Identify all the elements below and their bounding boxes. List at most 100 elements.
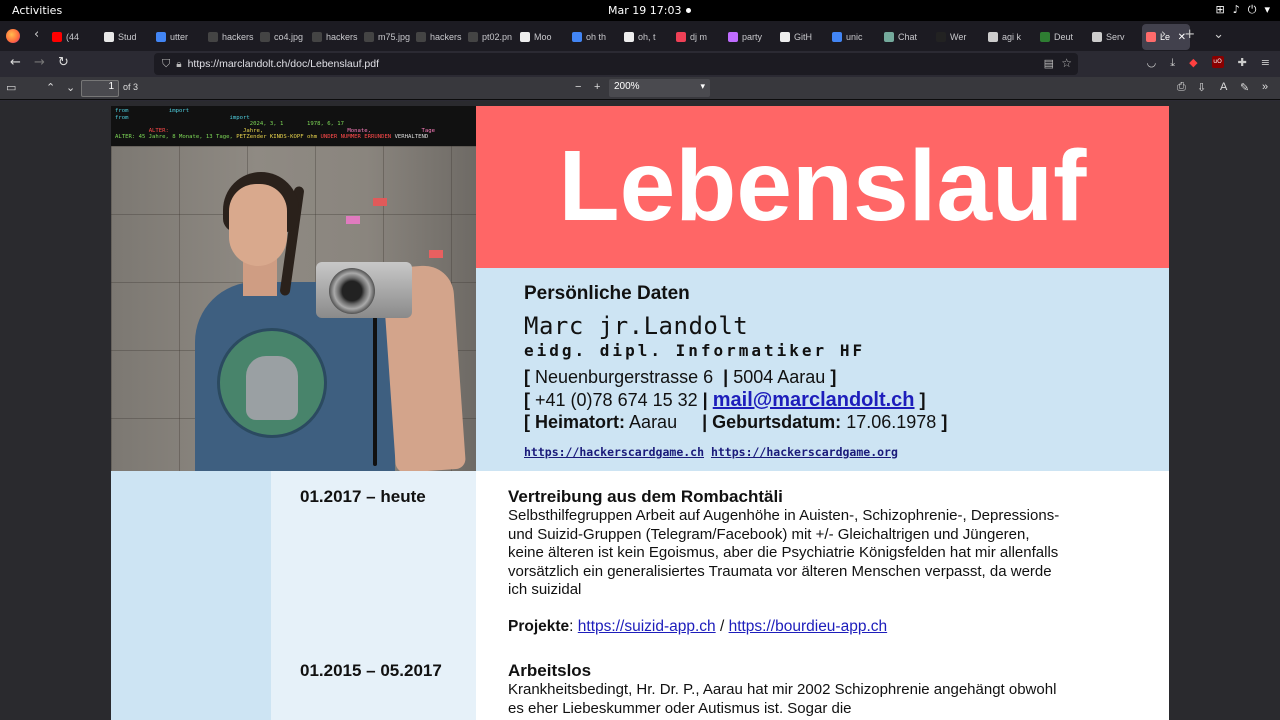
tab-favicon-icon [1146,32,1156,42]
next-page-icon[interactable]: ⌄ [66,81,75,94]
system-tray[interactable]: ⊞ ♪ ⏻ ▾ [1216,3,1270,17]
browser-tab[interactable]: co4.jpg [256,24,308,50]
pdf-viewer[interactable]: from import from import 2024, 3, 1 1978,… [0,101,1280,720]
banner-text: ALTER: [148,127,169,134]
projects-line: Projekte: https://suizid-app.ch / https:… [508,618,1068,636]
browser-tab[interactable]: oh th [568,24,620,50]
lock-icon[interactable]: 🔒︎ [176,59,181,70]
wall-note [373,198,387,206]
tab-strip: ‹ (44 Stud utter hackers co4.jpg hackers m75.j… [0,21,1280,51]
project-link[interactable]: https://suizid-app.ch [578,618,716,635]
tab-scroll-right-icon[interactable]: › [1161,27,1166,42]
tab-label: party [742,32,763,42]
sidebar-toggle-icon[interactable]: ▭ [6,81,16,94]
personal-data-section: Persönliche Daten Marc jr.Landolt eidg. … [476,268,1169,471]
browser-tab[interactable]: Chat [880,24,932,50]
toolbar-extensions: ◡ ⤓ ◆ uO ✚ ≡ [1147,56,1270,70]
power-icon: ⏻ [1247,3,1257,16]
tab-favicon-icon [312,32,322,42]
forward-icon[interactable]: → [34,55,45,70]
contact-line: [ +41 (0)78 674 15 32 | mail@marclandolt… [524,389,926,412]
profile-photo: from import from import 2024, 3, 1 1978,… [111,106,476,471]
pocket-icon[interactable]: ◡ [1147,56,1157,70]
notification-dot [686,8,691,13]
separator: | [702,390,708,410]
cv-title: Lebenslauf [558,130,1087,242]
browser-tab[interactable]: hackers [204,24,256,50]
url-bar[interactable]: ⛉ 🔒︎ https://marclandolt.ch/doc/Lebensla… [154,53,1078,75]
browser-tab[interactable]: hackers [412,24,464,50]
save-icon[interactable]: ⇩ [1197,81,1206,94]
browser-tab[interactable]: unic [828,24,880,50]
downloads-icon[interactable]: ⤓ [1170,56,1175,70]
browser-tab[interactable]: oh, t [620,24,672,50]
browser-tab[interactable]: m75.jpg [360,24,412,50]
browser-tab[interactable]: Serv [1088,24,1140,50]
tab-favicon-icon [676,32,686,42]
tab-label: utter [170,32,189,42]
clock[interactable]: Mar 19 17:03 [608,4,681,17]
activities-button[interactable]: Activities [12,4,62,17]
bookmark-star-icon[interactable]: ☆ [1061,56,1072,70]
page-number-input[interactable]: 1 [81,80,119,97]
phone: +41 (0)78 674 15 32 [535,390,698,410]
browser-tab[interactable]: hackers [308,24,360,50]
project-link[interactable]: https://bourdieu-app.ch [729,618,888,635]
website-link[interactable]: https://hackerscardgame.ch [524,445,704,459]
print-icon[interactable]: ⎙ [1177,81,1186,94]
zoom-select[interactable]: 200% ▾ [609,79,710,97]
tab-favicon-icon [884,32,894,42]
zoom-out-icon[interactable]: − [575,81,581,93]
tab-favicon-icon [780,32,790,42]
extensions-icon[interactable]: ✚ [1238,56,1247,70]
browser-tab[interactable]: party [724,24,776,50]
extension-icon[interactable]: ◆ [1189,56,1197,70]
camera-lens [329,268,375,314]
list-all-tabs-icon[interactable]: ⌄ [1213,27,1224,42]
firefox-logo-icon [6,29,20,43]
previous-page-icon[interactable]: ⌃ [46,81,55,94]
tracking-protection-icon[interactable]: ⛉ [162,58,170,71]
separator: | [702,412,708,432]
tab-favicon-icon [728,32,738,42]
navigation-bar: ← → ↻ ⛉ 🔒︎ https://marclandolt.ch/doc/Le… [0,51,1280,77]
draw-tool-icon[interactable]: ✎ [1240,81,1249,94]
browser-tab[interactable]: GitH [776,24,828,50]
tab-favicon-icon [936,32,946,42]
banner-text: Monate, [347,127,371,134]
website-link[interactable]: https://hackerscardgame.org [711,445,898,459]
ublock-icon[interactable]: uO [1211,56,1224,68]
reload-icon[interactable]: ↻ [58,55,69,70]
email-link[interactable]: mail@marclandolt.ch [713,389,915,411]
text-tool-icon[interactable]: A [1220,81,1227,93]
origin-line: [ Heimatort: Aarau | Geburtsdatum: 17.06… [524,412,947,433]
browser-tab[interactable]: Moo [516,24,568,50]
tab-scroll-left-icon[interactable]: ‹ [34,27,39,42]
person-face [229,184,287,266]
browser-tab[interactable]: Stud [100,24,152,50]
new-tab-icon[interactable]: + [1184,27,1195,42]
tab-label: Serv [1106,32,1125,42]
tab-label: co4.jpg [274,32,304,42]
browser-tab[interactable]: agi k [984,24,1036,50]
menu-icon[interactable]: ≡ [1261,56,1270,70]
tab-label: oh, t [638,32,656,42]
city: 5004 Aarau [733,367,826,387]
zoom-in-icon[interactable]: + [594,81,600,93]
browser-tab[interactable]: pt02.pn [464,24,516,50]
zoom-value: 200% [614,81,640,92]
tab-strip-controls: › + ⌄ [1161,27,1280,42]
browser-tab[interactable]: dj m [672,24,724,50]
tab-list: (44 Stud utter hackers co4.jpg hackers m75.jpg… [48,24,1190,50]
system-top-bar: Activities Mar 19 17:03 ⊞ ♪ ⏻ ▾ [0,0,1280,21]
browser-tab[interactable]: (44 [48,24,100,50]
browser-tab[interactable]: Wer [932,24,984,50]
tools-menu-icon[interactable]: » [1262,81,1268,93]
reader-view-icon[interactable]: ▤ [1044,57,1054,70]
bracket: ] [919,390,926,410]
banner-text: from [115,114,129,121]
back-icon[interactable]: ← [10,55,21,70]
url-text[interactable]: https://marclandolt.ch/doc/Lebenslauf.pd… [188,58,379,70]
browser-tab[interactable]: Deut [1036,24,1088,50]
browser-tab[interactable]: utter [152,24,204,50]
